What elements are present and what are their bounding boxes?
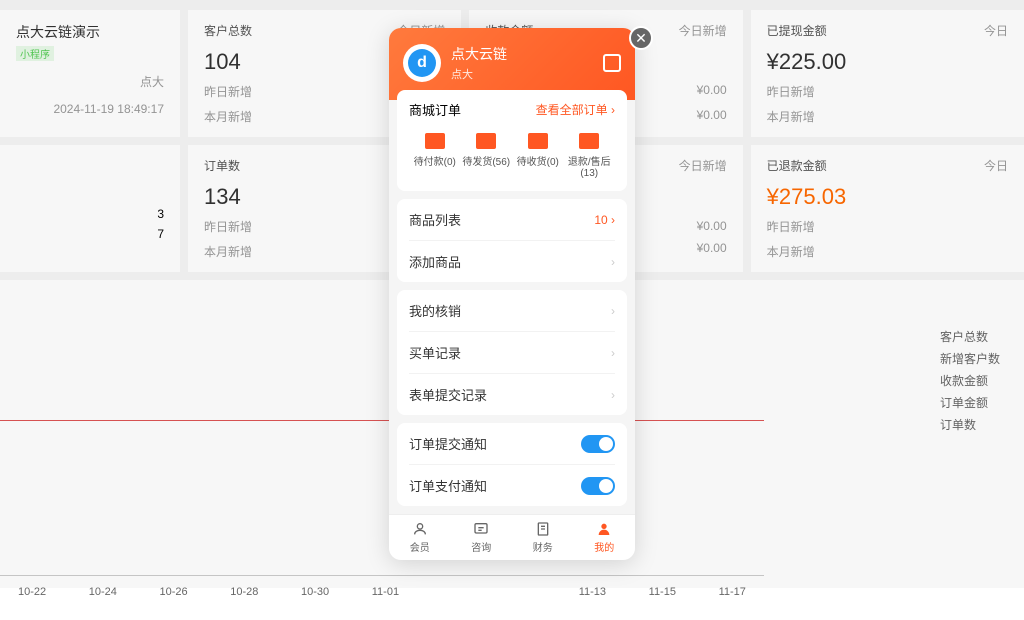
close-icon: ✕: [635, 30, 647, 47]
tab-mine[interactable]: 我的: [574, 515, 636, 560]
tab-finance[interactable]: 财务: [512, 515, 574, 560]
order-refund[interactable]: 退款/售后(13): [564, 133, 616, 179]
list-section-1: 商品列表 10 › 添加商品 ›: [397, 199, 627, 282]
brand-name: 点大云链: [451, 44, 507, 64]
menu-verification[interactable]: 我的核销 ›: [409, 290, 615, 331]
scan-icon[interactable]: [603, 54, 621, 72]
menu-product-list[interactable]: 商品列表 10 ›: [409, 199, 615, 240]
chevron-right-icon: ›: [611, 388, 615, 402]
package-icon: [476, 133, 496, 149]
toggle-switch[interactable]: [581, 477, 615, 495]
order-pending-payment[interactable]: 待付款(0): [409, 133, 461, 179]
chevron-right-icon: ›: [611, 346, 615, 360]
tab-consult[interactable]: 咨询: [451, 515, 513, 560]
orders-title: 商城订单: [409, 100, 461, 119]
avatar-icon: d: [408, 49, 436, 77]
person-icon: [596, 521, 612, 537]
truck-icon: [528, 133, 548, 149]
list-section-2: 我的核销 › 买单记录 › 表单提交记录 ›: [397, 290, 627, 415]
toggle-section: 订单提交通知 订单支付通知: [397, 423, 627, 506]
toggle-order-submit: 订单提交通知: [409, 423, 615, 464]
order-pending-receive[interactable]: 待收货(0): [512, 133, 564, 179]
mobile-modal: d 点大云链 点大 商城订单 查看全部订单 › 待付款(0): [389, 28, 635, 560]
member-icon: [412, 521, 428, 537]
menu-add-product[interactable]: 添加商品 ›: [409, 240, 615, 282]
finance-icon: [535, 521, 551, 537]
brand-sub: 点大: [451, 66, 507, 82]
tab-member[interactable]: 会员: [389, 515, 451, 560]
modal-overlay: ✕ d 点大云链 点大 商城订单 查看全部订单 ›: [0, 0, 1024, 588]
toggle-order-pay: 订单支付通知: [409, 464, 615, 506]
view-all-orders-link[interactable]: 查看全部订单 ›: [536, 101, 615, 118]
chevron-right-icon: ›: [611, 304, 615, 318]
wallet-icon: [425, 133, 445, 149]
bottom-tabbar: 会员 咨询 财务 我的: [389, 514, 635, 560]
orders-section: 商城订单 查看全部订单 › 待付款(0) 待发货(56) 待收货(0): [397, 90, 627, 191]
toggle-switch[interactable]: [581, 435, 615, 453]
close-button[interactable]: ✕: [629, 26, 653, 50]
chat-icon: [473, 521, 489, 537]
order-pending-ship[interactable]: 待发货(56): [461, 133, 513, 179]
menu-form-record[interactable]: 表单提交记录 ›: [409, 373, 615, 415]
chevron-right-icon: ›: [611, 255, 615, 269]
avatar[interactable]: d: [403, 44, 441, 82]
menu-purchase-record[interactable]: 买单记录 ›: [409, 331, 615, 373]
refund-icon: [579, 133, 599, 149]
